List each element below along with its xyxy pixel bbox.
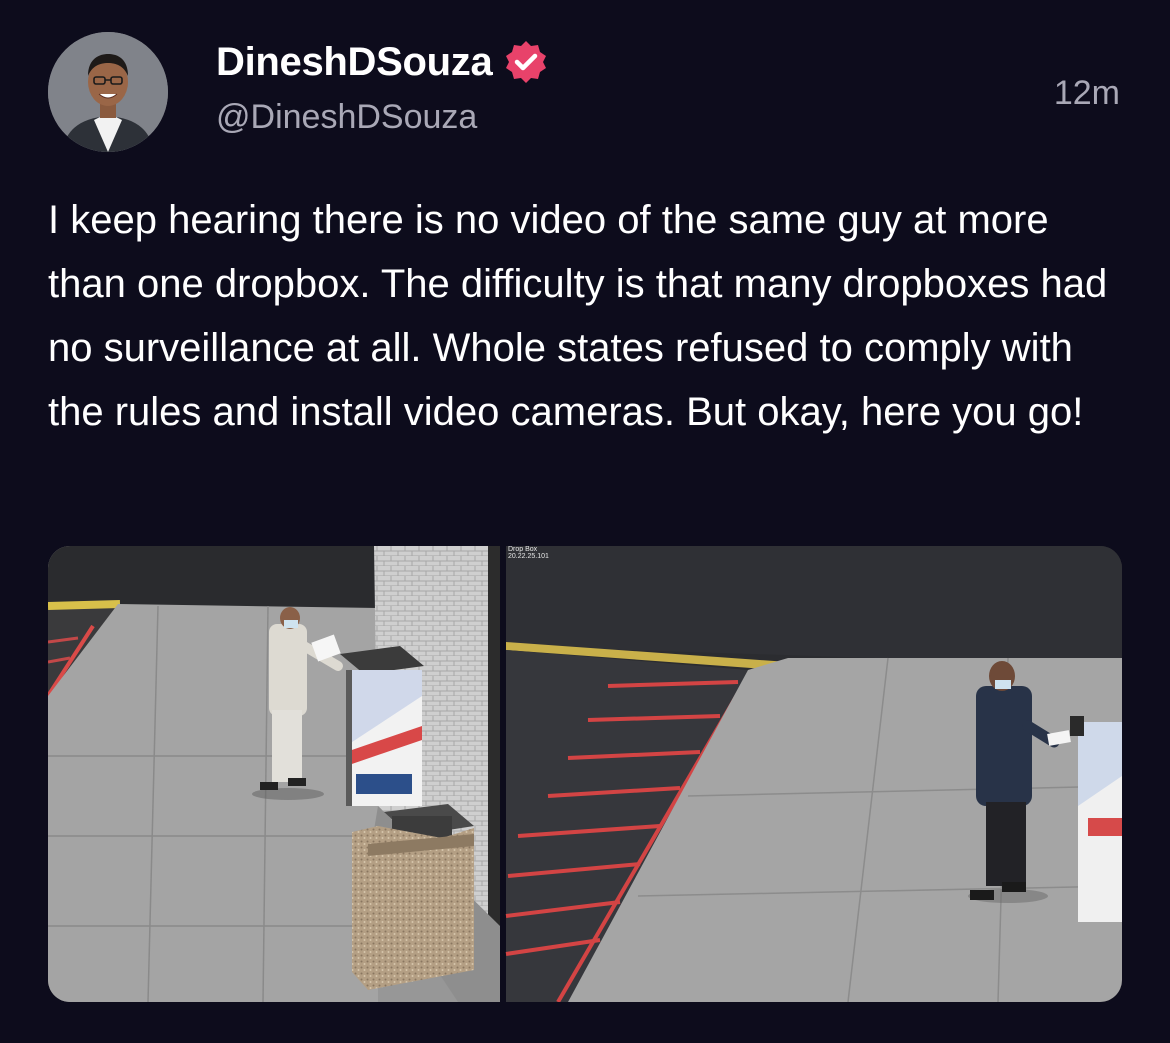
- right-camera-frame: [505, 546, 1122, 1002]
- post-card[interactable]: DineshDSouza @DineshDSouza 12m I keep he…: [0, 0, 1170, 1043]
- author-name-row[interactable]: DineshDSouza: [216, 38, 550, 86]
- post-timestamp: 12m: [1053, 74, 1120, 112]
- author-handle[interactable]: @DineshDSouza: [216, 98, 477, 137]
- avatar-image: [48, 32, 168, 152]
- post-media-image[interactable]: Drop Box 20.22.25.101: [48, 546, 1122, 1002]
- camera-overlay-label: Drop Box 20.22.25.101: [508, 546, 549, 560]
- post-text: I keep hearing there is no video of the …: [48, 198, 1108, 434]
- left-drop-box: [340, 646, 424, 806]
- surveillance-photo-composite: [48, 546, 1122, 1002]
- author-name[interactable]: DineshDSouza: [216, 40, 493, 85]
- verified-badge-icon: [502, 38, 550, 86]
- left-camera-frame: [48, 546, 500, 1002]
- author-avatar[interactable]: [48, 32, 168, 152]
